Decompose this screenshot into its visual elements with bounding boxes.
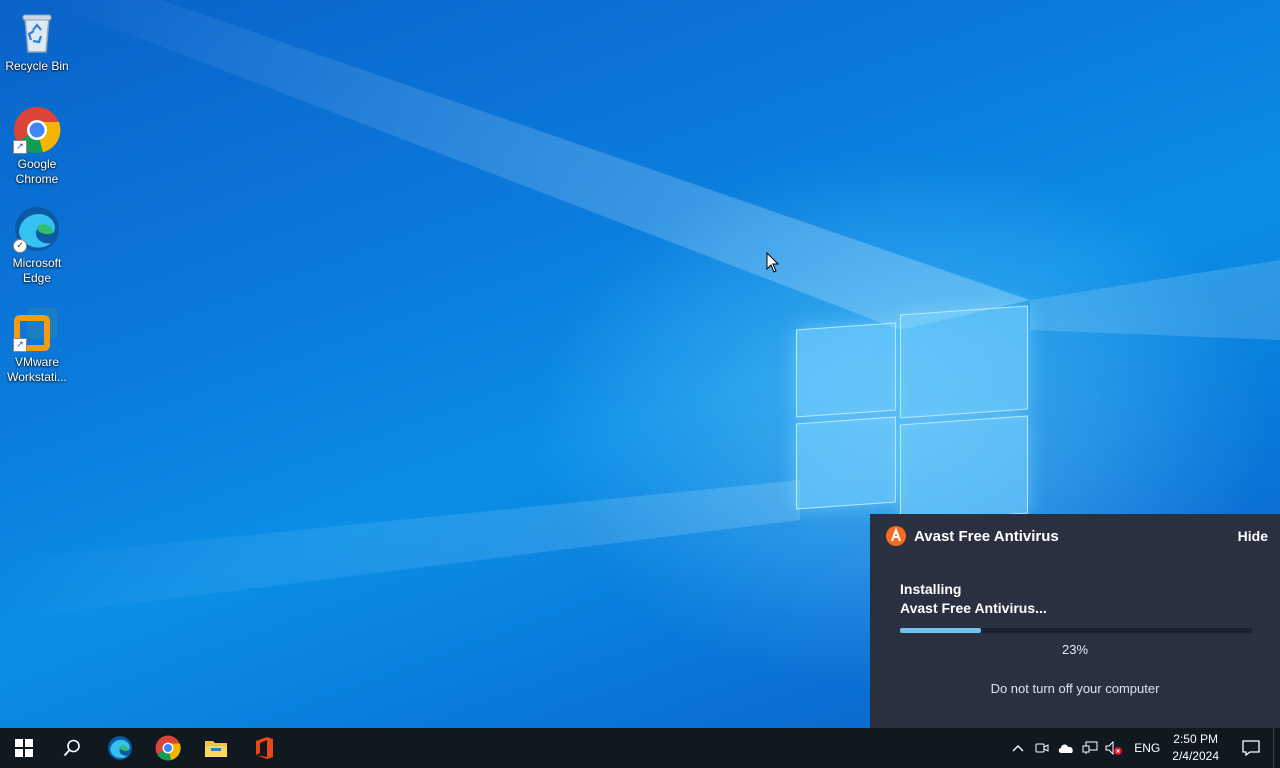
mouse-pointer-icon: [766, 252, 780, 273]
install-status-line1: Installing: [900, 581, 962, 597]
hide-button[interactable]: Hide: [1238, 528, 1268, 544]
chrome-icon: [155, 735, 181, 761]
icon-label: VMware Workstati...: [7, 355, 67, 384]
clock[interactable]: 2:50 PM 2/4/2024: [1168, 731, 1229, 765]
vmware-icon: ↗: [13, 304, 61, 352]
onedrive-icon[interactable]: [1054, 728, 1078, 768]
avast-install-popup: Avast Free Antivirus Hide Installing Ava…: [870, 514, 1280, 728]
network-icon[interactable]: [1078, 728, 1102, 768]
office-icon: [256, 737, 273, 759]
search-button[interactable]: [48, 728, 96, 768]
avast-popup-header: Avast Free Antivirus Hide: [886, 524, 1268, 548]
volume-muted-icon[interactable]: [1102, 728, 1126, 768]
chrome-icon: ↗: [13, 106, 61, 154]
search-icon: [63, 739, 80, 757]
recycle-bin-icon: [13, 8, 61, 56]
chevron-up-icon[interactable]: [1006, 728, 1030, 768]
avast-logo-icon: [886, 526, 906, 546]
clock-date: 2/4/2024: [1172, 749, 1219, 763]
taskbar: ENG 2:50 PM 2/4/2024: [0, 728, 1280, 768]
action-center-icon: [1242, 740, 1260, 756]
install-status: Installing Avast Free Antivirus...: [900, 580, 1047, 618]
install-progress-bar: [900, 628, 1252, 633]
shortcut-arrow-icon: ↗: [13, 140, 27, 154]
clock-time: 2:50 PM: [1173, 732, 1218, 746]
taskbar-chrome[interactable]: [144, 728, 192, 768]
install-progress-percent: 23%: [1061, 642, 1089, 657]
windows-icon: [15, 739, 33, 757]
edge-icon: [108, 736, 132, 760]
icon-label: Recycle Bin: [5, 59, 69, 73]
taskbar-office[interactable]: [240, 728, 288, 768]
desktop-icon-recycle-bin[interactable]: Recycle Bin: [3, 8, 71, 74]
desktop-icon-microsoft-edge[interactable]: ✓ Microsoft Edge: [3, 205, 71, 286]
windows-logo-wallpaper: [790, 296, 1030, 523]
install-warning-note: Do not turn off your computer: [990, 681, 1160, 696]
desktop-background: Recycle Bin ↗ Google Chrome ✓ Microsoft …: [0, 0, 1280, 728]
edge-icon: ✓: [13, 205, 61, 253]
taskbar-file-explorer[interactable]: [192, 728, 240, 768]
icon-label: Google Chrome: [15, 157, 59, 186]
desktop-icon-google-chrome[interactable]: ↗ Google Chrome: [3, 106, 71, 187]
system-tray: ENG 2:50 PM 2/4/2024: [1006, 728, 1280, 768]
taskbar-edge[interactable]: [96, 728, 144, 768]
start-button[interactable]: [0, 728, 48, 768]
icon-label: Microsoft Edge: [12, 256, 62, 285]
checkmark-badge-icon: ✓: [13, 239, 27, 253]
shortcut-arrow-icon: ↗: [13, 338, 27, 352]
input-language[interactable]: ENG: [1126, 741, 1168, 755]
action-center-button[interactable]: [1229, 728, 1273, 768]
desktop-icon-vmware-workstation[interactable]: ↗ VMware Workstati...: [3, 304, 71, 385]
show-desktop-button[interactable]: [1273, 728, 1280, 768]
folder-icon: [205, 741, 227, 757]
avast-popup-title: Avast Free Antivirus: [914, 527, 1059, 545]
install-status-line2: Avast Free Antivirus...: [900, 600, 1047, 616]
install-progress-fill: [900, 628, 981, 633]
meet-now-icon[interactable]: [1030, 728, 1054, 768]
